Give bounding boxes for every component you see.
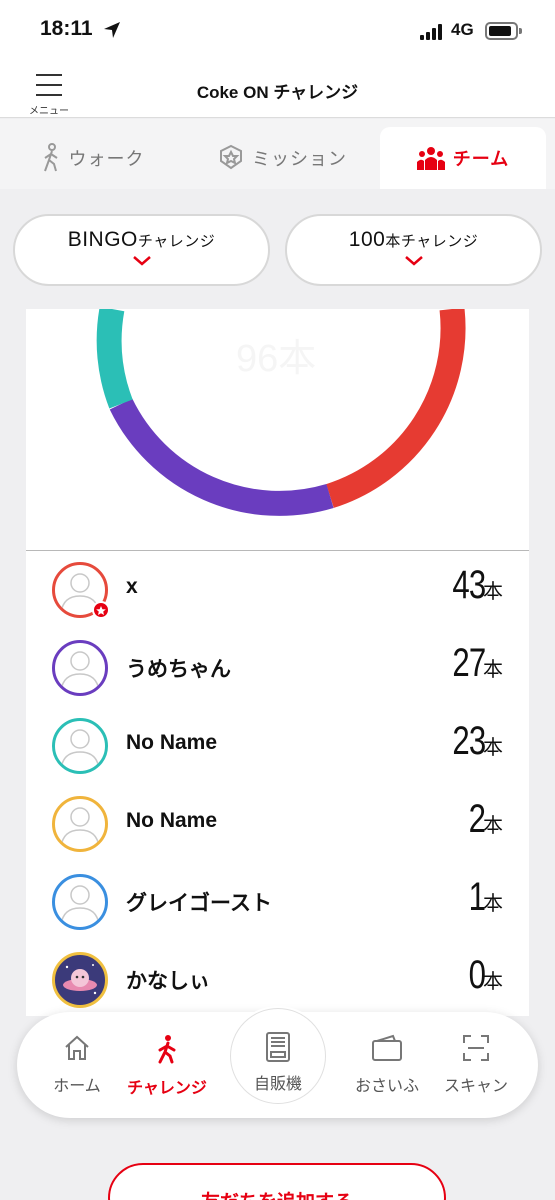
- hundred-challenge-label: 100本チャレンジ: [348, 228, 479, 251]
- ring-segment-red: [326, 309, 466, 508]
- member-row[interactable]: うめちゃん 27本: [26, 629, 529, 707]
- vending-machine-icon: [266, 1032, 290, 1062]
- vending-inner: 自販機: [228, 1032, 328, 1094]
- avatar: [52, 640, 108, 696]
- nav-home-label: ホーム: [53, 1076, 101, 1095]
- member-name: No Name: [126, 731, 218, 754]
- tab-team-label: チーム: [452, 149, 510, 170]
- battery-icon: [485, 22, 518, 40]
- menu-label: メニュー: [29, 106, 69, 117]
- scan-icon: [463, 1035, 489, 1061]
- member-row[interactable]: No Name 2本: [26, 785, 529, 863]
- add-friend-button[interactable]: 友だちを追加する: [108, 1163, 446, 1200]
- avatar: [52, 874, 108, 930]
- nav-wallet[interactable]: おさいふ: [342, 1034, 432, 1096]
- person-icon: [60, 885, 100, 926]
- nav-wallet-label: おさいふ: [354, 1076, 419, 1095]
- member-name: x: [126, 575, 138, 598]
- member-row[interactable]: x 43本: [26, 551, 529, 629]
- avatar: [52, 718, 108, 774]
- tab-mission-label: ミッション: [252, 149, 347, 170]
- walk-icon: [158, 1035, 176, 1064]
- badge-icon: [220, 144, 242, 170]
- network-type: 4G: [451, 20, 474, 39]
- hundred-challenge-button[interactable]: 100本チャレンジ: [285, 214, 542, 286]
- nav-scan[interactable]: スキャン: [431, 1034, 521, 1096]
- challenge-type-toggles: BINGOチャレンジ 100本チャレンジ: [0, 189, 555, 309]
- app-header: メニュー Coke ON チャレンジ: [0, 62, 555, 118]
- team-icon: [416, 147, 445, 170]
- nav-vending-machine[interactable]: 自販機: [228, 1006, 328, 1118]
- member-name: No Name: [126, 809, 218, 832]
- ring-segment-teal: [96, 309, 133, 409]
- battery-tip: [519, 28, 522, 34]
- nav-vending-label: 自販機: [253, 1074, 302, 1093]
- tab-mission[interactable]: ミッション: [185, 127, 380, 189]
- member-row[interactable]: かなしぃ 0本: [26, 941, 529, 1016]
- member-name: グレイゴースト: [126, 892, 272, 915]
- person-icon: [60, 651, 100, 692]
- member-row[interactable]: グレイゴースト 1本: [26, 863, 529, 941]
- status-time: 18:11: [40, 17, 93, 40]
- chevron-down-icon: [132, 256, 151, 266]
- nav-challenge[interactable]: チャレンジ: [122, 1034, 212, 1098]
- tab-walk-label: ウォーク: [68, 149, 145, 170]
- bingo-challenge-label: BINGOチャレンジ: [67, 228, 216, 251]
- tab-walk[interactable]: ウォーク: [0, 127, 185, 189]
- ring-segment-purple: [109, 398, 334, 516]
- member-count: 23本: [451, 719, 503, 763]
- member-name: うめちゃん: [126, 658, 231, 681]
- status-bar: 18:11 4G: [0, 0, 555, 62]
- tab-team[interactable]: チーム: [380, 127, 546, 189]
- home-icon: [65, 1035, 89, 1060]
- member-count: 27本: [451, 641, 503, 685]
- member-count: 1本: [468, 875, 503, 919]
- cellular-signal-icon: [420, 24, 444, 40]
- walk-icon: [43, 143, 58, 172]
- challenge-tabs: ウォーク ミッション チーム: [0, 119, 555, 189]
- location-arrow-icon: [104, 22, 120, 38]
- member-count: 43本: [451, 563, 503, 607]
- bottom-nav: ホーム チャレンジ 自販機 おさいふ スキャン: [17, 1006, 538, 1118]
- nav-challenge-label: チャレンジ: [127, 1078, 207, 1097]
- member-name: かなしぃ: [126, 970, 210, 993]
- leader-star-badge-icon: [92, 601, 110, 619]
- nav-home[interactable]: ホーム: [32, 1034, 122, 1096]
- member-row[interactable]: No Name 23本: [26, 707, 529, 785]
- member-count: 0本: [468, 953, 503, 997]
- team-progress-ring: 96本: [26, 309, 529, 550]
- person-icon: [60, 807, 100, 848]
- page-title: Coke ON チャレンジ: [196, 83, 359, 102]
- nav-scan-label: スキャン: [443, 1076, 508, 1095]
- person-icon: [60, 729, 100, 770]
- character-avatar-image: [63, 964, 97, 995]
- ring-center-total: 96本: [236, 338, 317, 380]
- member-count: 2本: [468, 797, 503, 841]
- avatar: [52, 952, 108, 1008]
- team-card: 96本 x 43本 うめちゃん 27本 No Name 23本 No Name …: [26, 309, 529, 1016]
- wallet-icon: [372, 1034, 402, 1061]
- chevron-down-icon: [404, 256, 423, 266]
- avatar: [52, 796, 108, 852]
- bingo-challenge-button[interactable]: BINGOチャレンジ: [13, 214, 270, 286]
